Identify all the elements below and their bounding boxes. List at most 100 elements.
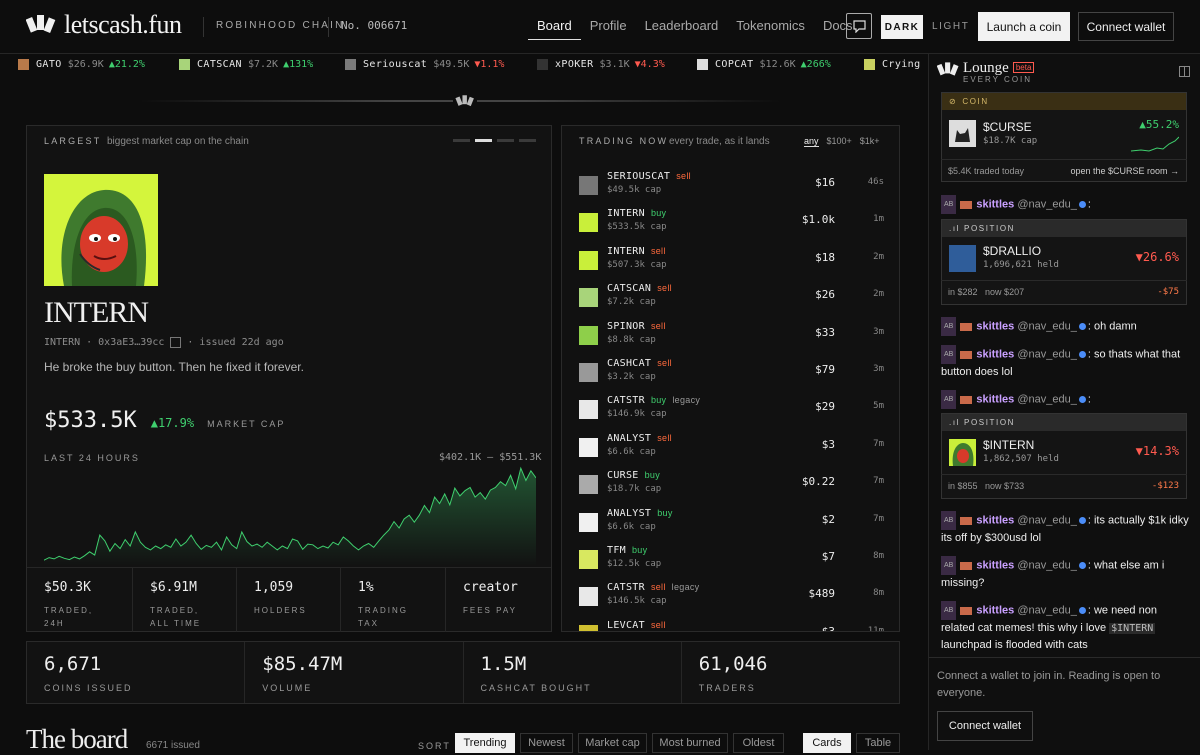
contract-address[interactable]: 0x3aE3…39cc xyxy=(98,337,164,348)
username[interactable]: skittles xyxy=(976,348,1014,360)
user-handle: @nav_edu_ xyxy=(1017,514,1077,527)
theme-dark-button[interactable]: DARK xyxy=(881,15,923,39)
trade-cap: $507.3k cap xyxy=(607,259,667,270)
coin-symbol: $CURSE xyxy=(983,120,1032,134)
sort-oldest[interactable]: Oldest xyxy=(733,733,784,753)
launch-coin-button[interactable]: Launch a coin xyxy=(978,12,1070,41)
nav-board[interactable]: Board xyxy=(528,0,581,40)
username[interactable]: skittles xyxy=(976,514,1014,526)
carousel-dot[interactable] xyxy=(519,139,536,142)
sort-most-burned[interactable]: Most burned xyxy=(652,733,728,753)
view-cards[interactable]: Cards xyxy=(803,733,851,753)
trade-row[interactable]: CATSTR buy legacy $146.9k cap $29 5m xyxy=(579,395,884,432)
verified-icon xyxy=(1078,517,1086,524)
trade-row[interactable]: CASHCAT sell $3.2k cap $79 3m xyxy=(579,358,884,395)
ticker-item[interactable]: xPOKER $3.1K ▼4.3% xyxy=(537,59,665,70)
sort-trending[interactable]: Trending xyxy=(455,733,515,753)
carousel-dot[interactable] xyxy=(497,139,514,142)
sort-newest[interactable]: Newest xyxy=(520,733,573,753)
divider xyxy=(203,17,204,37)
coin-icon xyxy=(179,59,190,70)
market-cap-change: ▲17.9% xyxy=(150,416,195,430)
trade-symbol: TFM xyxy=(607,545,626,556)
trade-symbol: SPINOR xyxy=(607,320,645,332)
username[interactable]: skittles xyxy=(976,559,1014,571)
trade-amount: $26 xyxy=(815,288,835,302)
stat-label: TRADED, 24H xyxy=(44,604,132,630)
user-badge: AB xyxy=(941,345,957,364)
cards-logo-icon xyxy=(937,62,959,76)
position-card[interactable]: .ıl POSITION $INTERN 1,862,507 held ▼14.3… xyxy=(941,413,1187,499)
ticker-item[interactable]: GATO $26.9K ▲21.2% xyxy=(18,59,145,70)
username[interactable]: skittles xyxy=(976,604,1014,616)
coin-icon xyxy=(579,325,598,345)
trade-amount: $7 xyxy=(821,550,835,563)
trade-row[interactable]: CATSTR sell legacy $146.5k cap $489 8m xyxy=(579,582,884,619)
ticker-item[interactable]: Seriouscat $49.5K ▼1.1% xyxy=(345,59,504,70)
copy-icon[interactable] xyxy=(170,337,182,348)
coin-avatar[interactable] xyxy=(44,174,158,286)
coin-icon xyxy=(537,59,548,70)
nav-profile[interactable]: Profile xyxy=(581,0,636,40)
sort-market-cap[interactable]: Market cap xyxy=(578,733,647,753)
user-badge: AB xyxy=(941,317,957,336)
ticker-item[interactable]: CATSCAN $7.2K ▲131% xyxy=(179,59,313,70)
trade-cap: $3.2k cap xyxy=(607,372,656,382)
chat-message: AB skittles @nav_edu_: what else am i mis… xyxy=(941,556,1191,592)
verified-icon xyxy=(1078,323,1086,330)
ticker-value: $49.5K xyxy=(433,59,470,70)
trade-side: sell xyxy=(650,245,666,256)
coin-tag[interactable]: $INTERN xyxy=(1109,623,1156,634)
join-prompt: Connect a wallet to join in. Reading is … xyxy=(937,670,1161,699)
carousel-dot[interactable] xyxy=(453,139,470,142)
trade-row[interactable]: INTERN sell $507.3k cap $18 2m xyxy=(579,246,884,283)
trade-row[interactable]: ANALYST sell $6.6k cap $3 7m xyxy=(579,433,884,470)
trade-row[interactable]: CURSE buy $18.7k cap $0.22 7m xyxy=(579,470,884,507)
trade-row[interactable]: SERIOUSCAT sell $49.5k cap $16 46s xyxy=(579,171,884,208)
ticker-item[interactable]: COPCAT $12.6K ▲266% xyxy=(697,59,831,70)
verified-icon xyxy=(1078,201,1086,208)
trade-row[interactable]: SPINOR sell $8.8k cap $33 3m xyxy=(579,321,884,358)
username[interactable]: skittles xyxy=(976,320,1014,332)
collapse-sidebar-icon[interactable] xyxy=(1179,66,1190,77)
connect-wallet-button[interactable]: Connect wallet xyxy=(1078,12,1174,41)
filter-any[interactable]: any xyxy=(804,136,819,147)
chat-toggle-button[interactable] xyxy=(846,13,872,39)
trade-coin: TFM buy xyxy=(607,545,653,556)
lounge-connect-wallet-button[interactable]: Connect wallet xyxy=(937,711,1033,741)
filter-100[interactable]: $100+ xyxy=(827,136,852,147)
nav-leaderboard[interactable]: Leaderboard xyxy=(636,0,728,40)
carousel-dot-active[interactable] xyxy=(475,139,492,142)
trade-symbol: CATSTR xyxy=(607,582,645,594)
stat-cashcat-bought: 1.5M CASHCAT BOUGHT xyxy=(464,642,682,703)
view-table[interactable]: Table xyxy=(856,733,900,753)
filter-1k[interactable]: $1k+ xyxy=(860,136,880,147)
trade-row[interactable]: CATSCAN sell $7.2k cap $26 2m xyxy=(579,283,884,320)
theme-light-button[interactable]: LIGHT xyxy=(932,21,969,32)
trade-amount: $2 xyxy=(821,512,835,526)
trade-row[interactable]: LEVCAT sell $3 11m xyxy=(579,620,884,631)
trade-row[interactable]: INTERN buy $533.5k cap $1.0k 1m xyxy=(579,208,884,245)
ticker-item[interactable]: Crying xyxy=(864,59,928,70)
coin-icon xyxy=(18,59,29,70)
trade-amount: $29 xyxy=(815,400,835,414)
trade-row[interactable]: ANALYST buy $6.6k cap $2 7m xyxy=(579,508,884,545)
coin-avatar xyxy=(949,439,976,466)
brick-icon xyxy=(960,516,973,525)
username[interactable]: skittles xyxy=(976,393,1014,405)
bars-icon: .ıl xyxy=(949,224,961,233)
trade-row[interactable]: TFM buy $12.5k cap $7 8m xyxy=(579,545,884,582)
ticker-symbol: COPCAT xyxy=(715,59,754,70)
separator: · xyxy=(187,337,194,348)
trade-coin: CATSTR sell legacy xyxy=(607,582,699,593)
username[interactable]: skittles xyxy=(976,198,1014,210)
coin-icon xyxy=(579,624,598,631)
nav-tokenomics[interactable]: Tokenomics xyxy=(727,0,814,40)
coin-icon xyxy=(579,587,598,607)
position-card[interactable]: .ıl POSITION $DRALLIO 1,696,621 held ▼26.… xyxy=(941,219,1187,305)
panel-subtitle: every trade, as it lands xyxy=(669,136,770,147)
coin-room-card[interactable]: ⊘ COIN $CURSE $18.7K cap ▲55.2% $5.4K tra… xyxy=(941,92,1187,182)
open-room-link[interactable]: open the $CURSE room → xyxy=(1070,166,1179,176)
position-values: in $855 now $733 xyxy=(948,481,1024,491)
brand-logo[interactable]: letscash.fun xyxy=(26,10,182,40)
